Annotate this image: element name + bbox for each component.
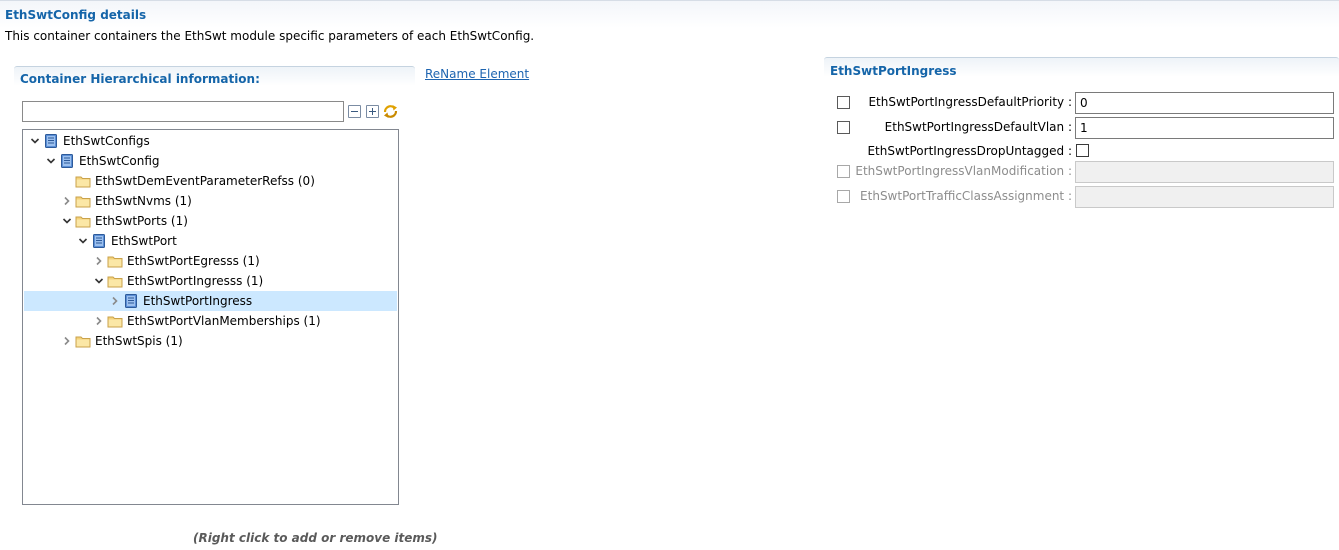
param-value-input[interactable] [1075, 92, 1334, 114]
tree-node-label: EthSwtConfig [79, 154, 160, 168]
tree-hint: (Right click to add or remove items) [193, 531, 438, 545]
param-label: EthSwtPortIngressVlanModification : [855, 164, 1072, 178]
tree-node[interactable]: EthSwtPortVlanMemberships (1) [24, 311, 397, 331]
container-icon [61, 154, 73, 168]
container-icon [93, 234, 105, 248]
header-bar [0, 0, 1339, 28]
chevron-down-icon[interactable] [29, 133, 41, 149]
tree-node[interactable]: EthSwtSpis (1) [24, 331, 397, 351]
container-icon [125, 294, 137, 308]
chevron-down-icon[interactable] [61, 213, 73, 229]
folder-icon [75, 216, 91, 228]
page-description: This container containers the EthSwt mod… [5, 29, 535, 43]
tree-node[interactable]: EthSwtNvms (1) [24, 191, 397, 211]
tree-node-label: EthSwtPort [111, 234, 177, 248]
page-title: EthSwtConfig details [5, 8, 147, 22]
chevron-right-icon[interactable] [61, 193, 73, 209]
folder-icon [107, 276, 123, 288]
tree-node[interactable]: EthSwtPortIngress [24, 291, 397, 311]
chevron-right-icon[interactable] [93, 313, 105, 329]
drop-untagged-checkbox[interactable] [1076, 144, 1089, 157]
tree-node-label: EthSwtConfigs [63, 134, 150, 148]
tree-node-label: EthSwtPortIngresss (1) [127, 274, 264, 288]
tree-node-label: EthSwtSpis (1) [95, 334, 183, 348]
tree-node-label: EthSwtDemEventParameterRefss (0) [95, 174, 315, 188]
folder-icon [107, 256, 123, 268]
tree-node[interactable]: EthSwtConfigs [24, 131, 397, 151]
chevron-down-icon[interactable] [77, 233, 89, 249]
tree-node[interactable]: EthSwtConfig [24, 151, 397, 171]
rename-element-link[interactable]: ReName Element [425, 67, 529, 81]
param-label: EthSwtPortIngressDropUntagged : [867, 144, 1072, 158]
collapse-all-icon[interactable] [348, 105, 361, 118]
tree-node-label: EthSwtPorts (1) [95, 214, 188, 228]
container-tree[interactable]: EthSwtConfigs EthSwtConfig EthSwtDemEventP… [22, 129, 399, 505]
tree-node-label: EthSwtNvms (1) [95, 194, 192, 208]
param-label: EthSwtPortTrafficClassAssignment : [860, 189, 1072, 203]
tree-node-label: EthSwtPortEgresss (1) [127, 254, 260, 268]
expand-all-icon[interactable] [366, 105, 379, 118]
param-value-input [1075, 161, 1334, 183]
chevron-right-icon[interactable] [61, 333, 73, 349]
tree-node[interactable]: EthSwtPort [24, 231, 397, 251]
param-label: EthSwtPortIngressDefaultVlan : [884, 120, 1072, 134]
tree-node[interactable]: EthSwtPorts (1) [24, 211, 397, 231]
param-label: EthSwtPortIngressDefaultPriority : [868, 95, 1072, 109]
folder-icon [75, 176, 91, 188]
hierarchy-section-title: Container Hierarchical information: [20, 72, 260, 86]
folder-icon [75, 336, 91, 348]
folder-icon [75, 196, 91, 208]
tree-filter-input[interactable] [22, 101, 344, 122]
param-value-input[interactable] [1075, 117, 1334, 139]
tree-node[interactable]: EthSwtPortEgresss (1) [24, 251, 397, 271]
chevron-down-icon[interactable] [93, 273, 105, 289]
chevron-right-icon[interactable] [93, 253, 105, 269]
sync-icon[interactable] [382, 103, 399, 120]
param-value-input [1075, 186, 1334, 208]
params-section-title: EthSwtPortIngress [830, 64, 957, 78]
chevron-down-icon[interactable] [45, 153, 57, 169]
container-icon [45, 134, 57, 148]
chevron-right-icon[interactable] [109, 293, 121, 309]
tree-node-label: EthSwtPortIngress [143, 294, 253, 308]
folder-icon [107, 316, 123, 328]
tree-node[interactable]: EthSwtDemEventParameterRefss (0) [24, 171, 397, 191]
tree-node[interactable]: EthSwtPortIngresss (1) [24, 271, 397, 291]
tree-node-label: EthSwtPortVlanMemberships (1) [127, 314, 321, 328]
